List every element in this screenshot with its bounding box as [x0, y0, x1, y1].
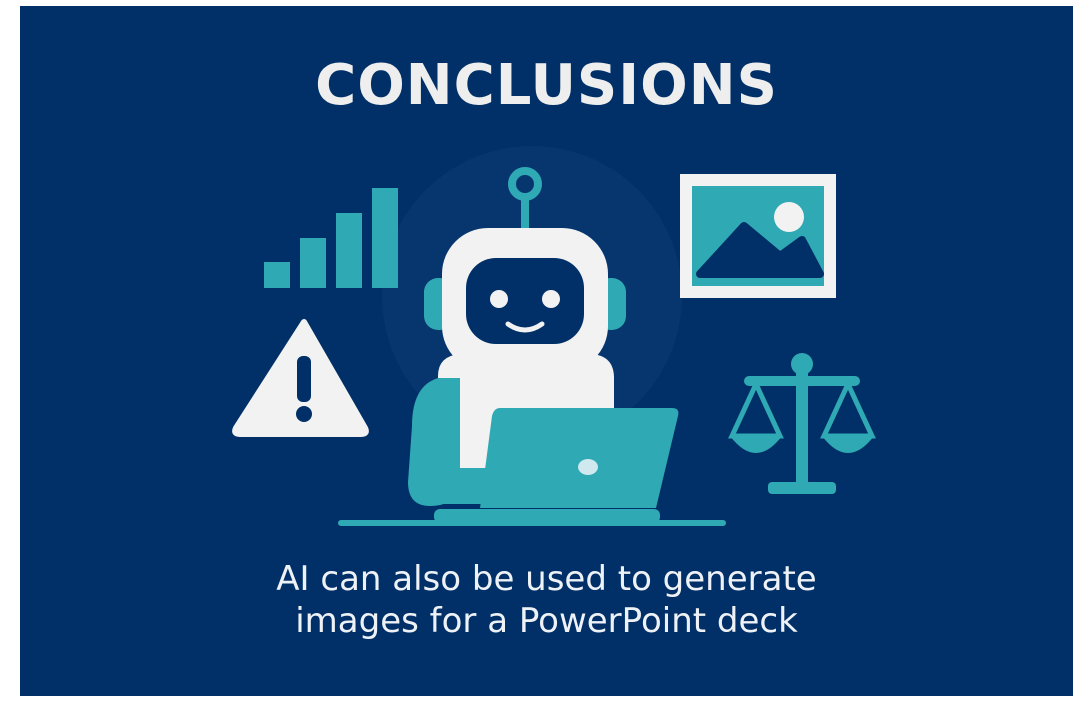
bar-chart-icon — [264, 188, 398, 288]
caption-line-1: AI can also be used to generate — [276, 559, 817, 599]
desk-line — [338, 520, 726, 526]
page: CONCLUSIONS AI can also be used to gener… — [0, 0, 1084, 702]
warning-triangle-icon — [232, 319, 369, 437]
caption-line-2: images for a PowerPoint deck — [295, 601, 798, 641]
slide-caption: AI can also be used to generate images f… — [20, 558, 1073, 642]
slide: CONCLUSIONS AI can also be used to gener… — [20, 6, 1073, 696]
image-frame-icon — [680, 174, 836, 298]
scales-of-justice-icon — [728, 353, 876, 494]
